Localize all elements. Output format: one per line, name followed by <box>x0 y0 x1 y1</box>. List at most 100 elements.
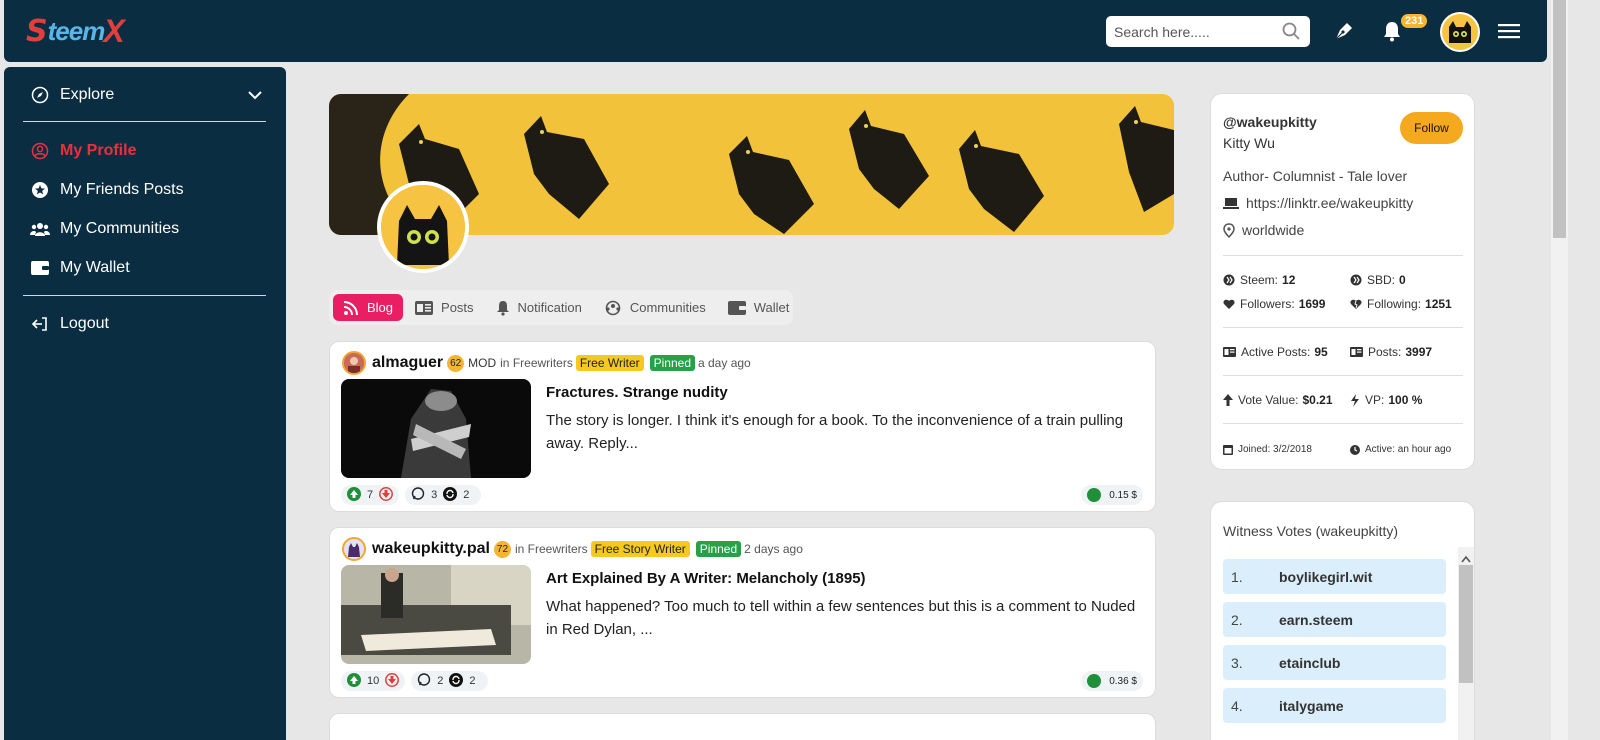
page-scrollbar-thumb[interactable] <box>1553 0 1566 238</box>
stat-following[interactable]: Following: 1251 <box>1350 297 1452 311</box>
profile-avatar[interactable] <box>377 181 469 273</box>
witness-name[interactable]: etainclub <box>1279 655 1340 671</box>
witness-name[interactable]: boylikegirl.wit <box>1279 569 1372 585</box>
payout-value: 0.36 $ <box>1109 675 1137 687</box>
stat-value: 0 <box>1399 273 1406 287</box>
arrow-up-icon <box>1223 394 1233 406</box>
follow-button[interactable]: Follow <box>1400 112 1463 144</box>
post-card[interactable]: almaguer 62 MOD in Freewriters Free Writ… <box>329 341 1156 512</box>
post-author[interactable]: wakeupkitty.pal <box>372 540 490 558</box>
page-scrollbar[interactable] <box>1551 0 1568 740</box>
post-title[interactable]: Fractures. Strange nudity <box>546 384 728 401</box>
steemx-logo[interactable]: S teem X <box>26 12 125 49</box>
stat-value: 12 <box>1282 273 1296 287</box>
heart-icon <box>1223 299 1235 310</box>
payout-pill[interactable]: 0.36 $ <box>1081 671 1143 691</box>
reblog-icon[interactable] <box>449 672 464 690</box>
search-input[interactable] <box>1114 23 1274 40</box>
sidebar-logout[interactable]: Logout <box>30 314 109 334</box>
tab-label: Notification <box>517 300 582 315</box>
witness-item[interactable]: 4. italygame <box>1223 688 1446 723</box>
payout-pill[interactable]: 0.15 $ <box>1081 485 1143 505</box>
community-link[interactable]: in Freewriters <box>500 356 573 370</box>
tab-blog[interactable]: Blog <box>333 294 404 321</box>
sidebar: Explore My Profile My Friends Posts My C… <box>4 67 286 740</box>
logo-x: X <box>103 12 125 49</box>
comment-icon[interactable] <box>411 486 425 504</box>
stat-label: VP: <box>1365 393 1385 407</box>
stat-steem: Steem: 12 <box>1223 273 1295 287</box>
tab-label: Communities <box>629 300 706 315</box>
chevron-down-icon[interactable] <box>248 87 262 105</box>
stat-posts: Posts: 3997 <box>1350 345 1432 359</box>
upvote-icon[interactable] <box>347 486 361 504</box>
tab-wallet[interactable]: Wallet <box>718 294 800 321</box>
user-circle-icon <box>30 141 50 161</box>
role-tag: Free Writer <box>575 355 644 371</box>
post-thumbnail[interactable] <box>341 379 531 478</box>
steem-icon <box>1087 674 1102 688</box>
profile-location: worldwide <box>1223 222 1304 238</box>
author-avatar[interactable] <box>342 537 366 561</box>
downvote-icon[interactable] <box>385 672 400 690</box>
sidebar-item-friends-posts[interactable]: My Friends Posts <box>30 180 184 200</box>
stat-value: 1699 <box>1298 297 1326 311</box>
witness-name[interactable]: italygame <box>1279 698 1344 714</box>
stat-label: Active Posts: <box>1241 345 1311 359</box>
menu-icon[interactable] <box>1496 18 1522 44</box>
scrollbar-thumb[interactable] <box>1459 565 1473 683</box>
sidebar-divider <box>23 295 266 296</box>
reblog-icon[interactable] <box>443 486 458 504</box>
author-avatar[interactable] <box>342 351 366 375</box>
stat-label: Followers: <box>1240 297 1295 311</box>
post-thumbnail[interactable] <box>341 565 531 664</box>
witness-rank: 4. <box>1231 697 1243 714</box>
newspaper-icon <box>1350 347 1363 357</box>
user-avatar[interactable] <box>1440 12 1480 52</box>
sidebar-explore[interactable]: Explore <box>30 85 262 105</box>
role-label: MOD <box>468 356 497 370</box>
post-title[interactable]: Art Explained By A Writer: Melancholy (1… <box>546 570 866 587</box>
witness-item[interactable]: 2. earn.steem <box>1223 602 1446 637</box>
tab-communities[interactable]: Communities <box>594 294 716 321</box>
community-link[interactable]: in Freewriters <box>515 542 588 556</box>
sbd-icon <box>1350 274 1362 286</box>
website-link[interactable]: https://linktr.ee/wakeupkitty <box>1246 195 1413 211</box>
stat-followers[interactable]: Followers: 1699 <box>1223 297 1325 311</box>
sidebar-item-communities[interactable]: My Communities <box>30 219 179 239</box>
witness-scrollbar[interactable] <box>1458 547 1474 740</box>
downvote-icon[interactable] <box>379 486 394 504</box>
location-text: worldwide <box>1242 222 1305 238</box>
profile-tabs: Blog Posts Notification Communities Wall… <box>329 290 793 325</box>
upvote-count: 7 <box>367 489 374 501</box>
post-header: wakeupkitty.pal 72 in Freewriters Free S… <box>342 537 803 561</box>
upvote-icon[interactable] <box>347 672 361 690</box>
reblog-count: 2 <box>469 675 476 687</box>
tab-posts[interactable]: Posts <box>405 294 484 321</box>
logo-text: teem <box>47 15 106 46</box>
search-icon[interactable] <box>1282 22 1300 45</box>
witness-votes-card: Witness Votes (wakeupkitty) 1. boylikegi… <box>1210 501 1475 740</box>
sidebar-item-label: My Profile <box>60 142 137 159</box>
logo-s: S <box>26 13 48 49</box>
sidebar-item-wallet[interactable]: My Wallet <box>30 258 130 278</box>
post-card[interactable] <box>329 713 1156 740</box>
sidebar-item-my-profile[interactable]: My Profile <box>30 141 136 161</box>
post-header: almaguer 62 MOD in Freewriters Free Writ… <box>342 351 751 375</box>
profile-website[interactable]: https://linktr.ee/wakeupkitty <box>1223 195 1413 211</box>
tab-notification[interactable]: Notification <box>486 294 592 321</box>
sidebar-divider <box>23 121 266 122</box>
bell-icon <box>496 300 510 316</box>
comment-icon[interactable] <box>417 672 431 690</box>
people-circle-icon <box>604 300 622 316</box>
comment-count: 3 <box>431 489 438 501</box>
witness-item[interactable]: 3. etainclub <box>1223 645 1446 680</box>
sidebar-item-label: My Friends Posts <box>60 181 184 198</box>
write-post-icon[interactable] <box>1331 18 1357 44</box>
top-navbar: S teem X 231 <box>4 0 1547 62</box>
witness-item[interactable]: 1. boylikegirl.wit <box>1223 559 1446 594</box>
witness-name[interactable]: earn.steem <box>1279 612 1353 628</box>
post-card[interactable]: wakeupkitty.pal 72 in Freewriters Free S… <box>329 527 1156 698</box>
pinned-badge: Pinned <box>695 541 742 557</box>
post-author[interactable]: almaguer <box>372 354 443 372</box>
